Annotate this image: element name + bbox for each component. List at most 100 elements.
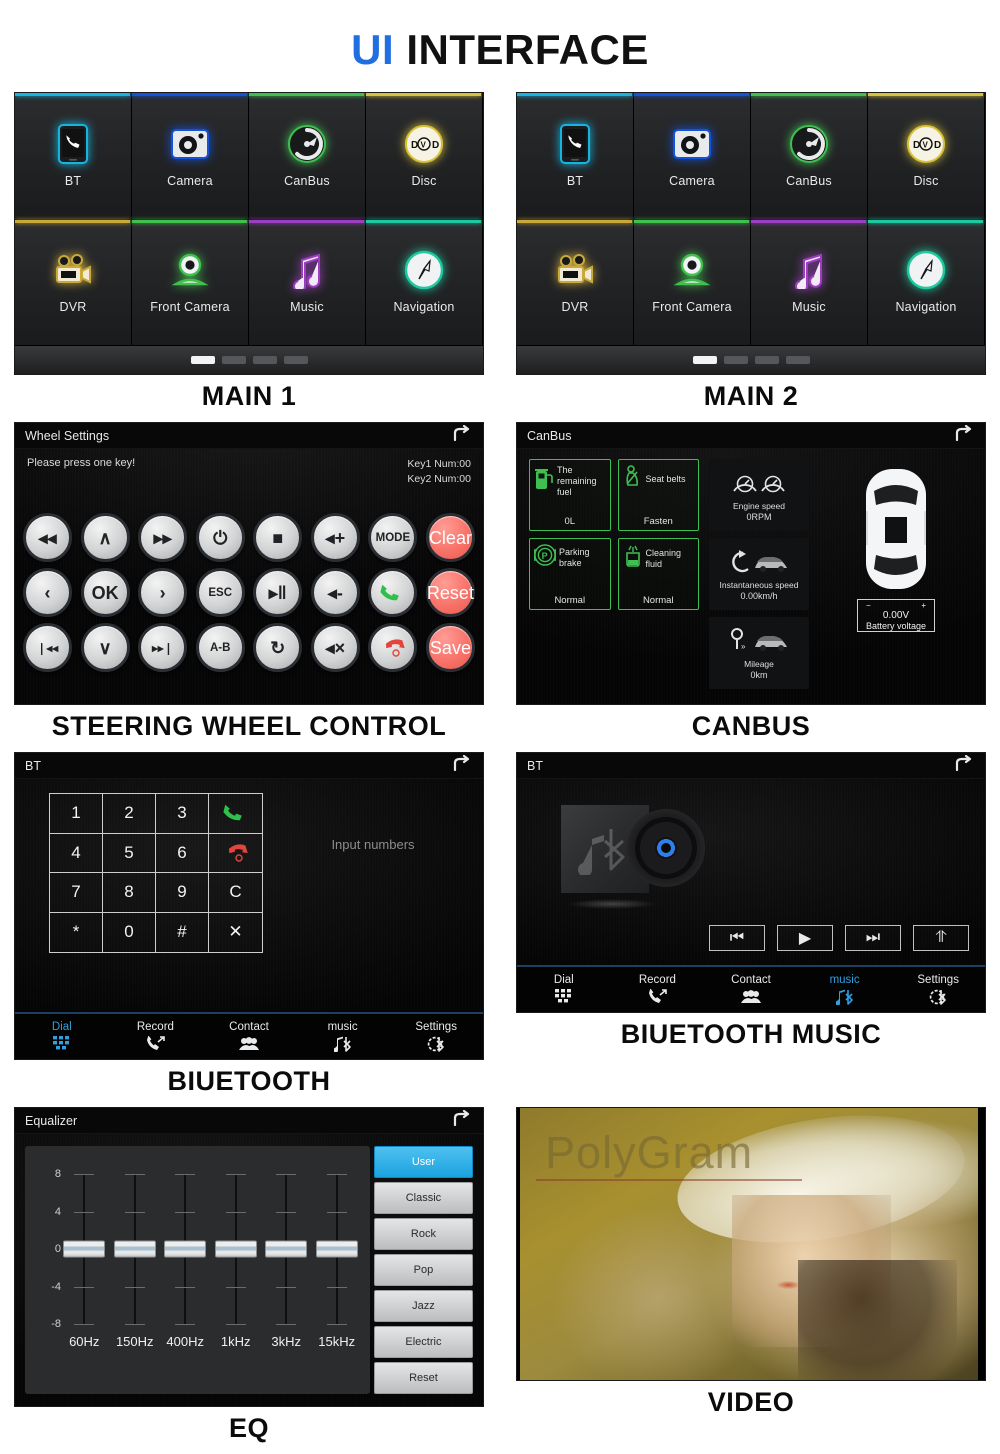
eq-preset-electric[interactable]: Electric	[373, 1326, 473, 1358]
dialpad[interactable]: 1 2 3 4 5 6 7 8 9 C * 0 # ✕	[49, 793, 263, 953]
eq-slider-track[interactable]	[315, 1174, 358, 1325]
app-tile-dvr[interactable]: DVR	[15, 219, 132, 346]
dial-hangup-key[interactable]	[209, 834, 262, 873]
page-indicator[interactable]	[15, 346, 483, 374]
app-tile-front-camera[interactable]: Front Camera	[634, 219, 751, 346]
dial-key-8[interactable]: 8	[103, 873, 156, 913]
app-tile-canbus[interactable]: CanBus	[249, 93, 366, 220]
nav-item-record[interactable]: Record	[611, 967, 705, 1012]
app-tile-camera[interactable]: Camera	[132, 93, 249, 220]
dial-key-#[interactable]: #	[156, 912, 209, 952]
rewind-button[interactable]: ◂◂	[23, 513, 72, 562]
mode-button[interactable]: MODE	[368, 513, 418, 562]
save-button[interactable]: Save	[425, 623, 475, 672]
screen-bluetooth-music[interactable]: BT ⏮ ▶ ⏭ ⥣ Dial Record Contact music Set…	[516, 752, 986, 1013]
ab-repeat-button[interactable]: A-B	[195, 623, 245, 672]
eq-slider-thumb[interactable]	[164, 1240, 207, 1258]
ok-button[interactable]: OK	[80, 568, 130, 617]
eq-band-150Hz[interactable]: 150Hz	[109, 1174, 159, 1386]
play-pause-button[interactable]: ▸‖	[253, 568, 303, 617]
dial-key-3[interactable]: 3	[156, 794, 209, 834]
volume-down-button[interactable]: ◂-	[310, 568, 360, 617]
dial-key-0[interactable]: 0	[103, 912, 156, 952]
esc-button[interactable]: ESC	[195, 568, 245, 617]
number-input-field[interactable]: Input numbers	[263, 779, 483, 1012]
eq-slider-thumb[interactable]	[63, 1240, 106, 1258]
nav-item-record[interactable]: Record	[109, 1014, 203, 1059]
page-dot[interactable]	[723, 356, 748, 364]
page-dot[interactable]	[221, 356, 246, 364]
answer-call-button[interactable]	[368, 568, 418, 617]
eq-slider-thumb[interactable]	[265, 1240, 308, 1258]
nav-item-settings[interactable]: Settings	[389, 1014, 483, 1059]
eq-band-60Hz[interactable]: 60Hz	[59, 1174, 109, 1386]
dial-key-C[interactable]: C	[209, 873, 262, 913]
page-indicator[interactable]	[517, 346, 985, 374]
screen-equalizer[interactable]: Equalizer 8 4 0 -4 -8 60Hz 150Hz 400Hz 1kHz 3kHz…	[14, 1107, 484, 1407]
nav-item-contact[interactable]: Contact	[704, 967, 798, 1012]
dial-key-9[interactable]: 9	[156, 873, 209, 913]
previous-track-button[interactable]: ⏮	[709, 925, 765, 951]
page-dot-active[interactable]	[692, 356, 717, 364]
eq-slider-track[interactable]	[265, 1174, 308, 1325]
eq-slider-track[interactable]	[164, 1174, 207, 1325]
down-button[interactable]: ∨	[80, 623, 130, 672]
screen-video[interactable]: PolyGram	[516, 1107, 986, 1381]
screen-main1[interactable]: BT Camera CanBus D V D Disc DVR Front Camera Musi…	[14, 92, 484, 375]
repeat-button[interactable]: ↻	[253, 623, 303, 672]
up-button[interactable]: ∧	[80, 513, 130, 562]
previous-track-button[interactable]: ❘◂◂	[23, 623, 72, 672]
dial-key-4[interactable]: 4	[50, 833, 103, 873]
dial-key-6[interactable]: 6	[156, 833, 209, 873]
eq-band-400Hz[interactable]: 400Hz	[160, 1174, 210, 1386]
app-tile-dvr[interactable]: DVR	[517, 219, 634, 346]
eq-slider-track[interactable]	[214, 1174, 257, 1325]
page-dot[interactable]	[785, 356, 810, 364]
dial-key-1[interactable]: 1	[50, 794, 103, 834]
mute-button[interactable]: ◂×	[310, 623, 360, 672]
app-tile-music[interactable]: Music	[249, 219, 366, 346]
left-button[interactable]: ‹	[23, 568, 72, 617]
equalizer-button[interactable]: ⥣	[913, 925, 969, 951]
app-tile-disc[interactable]: D V D Disc	[366, 93, 483, 220]
screen-main2[interactable]: BT Camera CanBus D V D Disc DVR Front Camera Musi…	[516, 92, 986, 375]
page-dot[interactable]	[754, 356, 779, 364]
app-tile-bt[interactable]: BT	[15, 93, 132, 220]
eq-preset-classic[interactable]: Classic	[373, 1182, 473, 1214]
reset-button[interactable]: Reset	[425, 568, 475, 617]
nav-item-dial[interactable]: Dial	[517, 967, 611, 1012]
eq-slider-track[interactable]	[113, 1174, 156, 1325]
nav-item-dial[interactable]: Dial	[15, 1014, 109, 1059]
dial-key-7[interactable]: 7	[50, 873, 103, 913]
eq-slider-thumb[interactable]	[113, 1240, 156, 1258]
clear-button[interactable]: Clear	[425, 513, 475, 562]
right-button[interactable]: ›	[138, 568, 188, 617]
eq-preset-jazz[interactable]: Jazz	[373, 1290, 473, 1322]
eq-preset-user[interactable]: User	[373, 1146, 473, 1178]
page-dot[interactable]	[283, 356, 308, 364]
eq-slider-track[interactable]	[63, 1174, 106, 1325]
nav-item-contact[interactable]: Contact	[202, 1014, 296, 1059]
back-icon[interactable]	[451, 754, 473, 776]
page-dot[interactable]	[252, 356, 277, 364]
next-track-button[interactable]: ⏭	[845, 925, 901, 951]
dial-call-key[interactable]	[209, 794, 262, 834]
app-tile-bt[interactable]: BT	[517, 93, 634, 220]
screen-canbus[interactable]: CanBus The remaining fuel 0L Seat belts Fas…	[516, 422, 986, 705]
fast-forward-button[interactable]: ▸▸	[138, 513, 188, 562]
screen-bluetooth[interactable]: BT 1 2 3 4 5 6 7 8 9 C * 0 # ✕ Input numbers Dial Reco…	[14, 752, 484, 1060]
app-tile-music[interactable]: Music	[751, 219, 868, 346]
hang-up-button[interactable]	[368, 623, 418, 672]
dial-key-5[interactable]: 5	[103, 833, 156, 873]
nav-item-settings[interactable]: Settings	[891, 967, 985, 1012]
back-icon[interactable]	[953, 754, 975, 776]
nav-item-music[interactable]: music	[798, 967, 892, 1012]
play-button[interactable]: ▶	[777, 925, 833, 951]
eq-band-3kHz[interactable]: 3kHz	[261, 1174, 311, 1386]
back-icon[interactable]	[451, 1109, 473, 1131]
stop-button[interactable]: ■	[253, 513, 303, 562]
nav-item-music[interactable]: music	[296, 1014, 390, 1059]
eq-preset-pop[interactable]: Pop	[373, 1254, 473, 1286]
app-tile-navigation[interactable]: Navigation	[366, 219, 483, 346]
volume-up-button[interactable]: ◂+	[310, 513, 360, 562]
